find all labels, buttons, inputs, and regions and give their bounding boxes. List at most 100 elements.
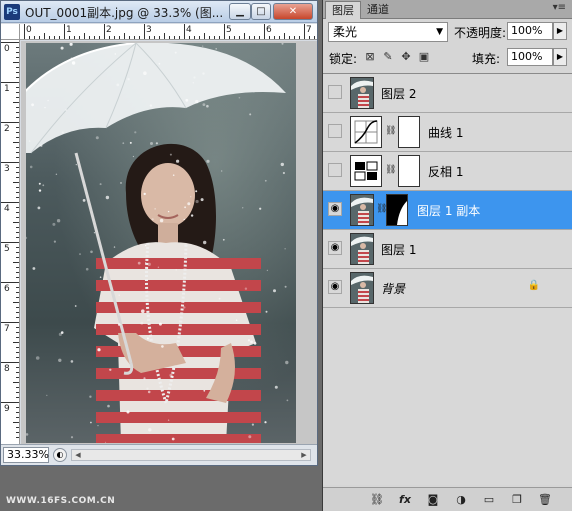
ruler-tick — [214, 36, 215, 39]
rain-drop — [116, 83, 120, 87]
lock-pixels-icon[interactable]: ✎ — [381, 50, 395, 64]
ruler-tick — [194, 36, 195, 39]
add-mask-icon[interactable]: ◙ — [425, 492, 441, 508]
maximize-button[interactable]: □ — [251, 3, 271, 20]
ruler-vertical[interactable]: 0 1 2 3 4 5 6 7 8 9 — [1, 40, 20, 444]
ruler-top-label: 1 — [66, 25, 72, 35]
horizontal-scrollbar[interactable]: ◀ ▶ — [71, 449, 311, 461]
ruler-tick — [13, 182, 19, 183]
layer-name[interactable]: 图层 2 — [381, 85, 416, 102]
ruler-top-label: 3 — [146, 25, 152, 35]
rain-drop — [28, 140, 31, 142]
lock-all-icon[interactable]: ▣ — [417, 50, 431, 64]
ruler-tick — [104, 24, 105, 39]
ruler-tick — [16, 347, 19, 348]
rain-drop — [264, 179, 267, 182]
rain-drop — [141, 309, 145, 314]
layer-row[interactable]: 图层 2 — [323, 74, 572, 113]
ruler-tick — [16, 252, 19, 253]
ruler-tick — [204, 33, 205, 39]
rain-drop — [29, 165, 33, 169]
rain-drop — [35, 356, 40, 360]
layer-name[interactable]: 曲线 1 — [428, 124, 463, 141]
adjustment-layer-icon[interactable]: ◑ — [453, 492, 469, 508]
layer-mask-thumbnail[interactable] — [398, 155, 420, 187]
ruler-tick — [16, 367, 19, 368]
layer-mask-thumbnail[interactable] — [386, 194, 408, 226]
ruler-tick — [69, 36, 70, 39]
layer-row[interactable]: ⛓ 反相 1 — [323, 152, 572, 191]
lock-position-icon[interactable]: ✥ — [399, 50, 413, 64]
visibility-toggle[interactable] — [328, 124, 342, 138]
lock-transparent-icon[interactable]: ⊠ — [363, 50, 377, 64]
fx-icon[interactable]: fx — [397, 492, 413, 508]
tab-layers[interactable]: 图层 — [325, 1, 361, 19]
rain-drop — [202, 103, 206, 106]
document-title: OUT_0001副本.jpg @ 33.3% (图... — [25, 6, 224, 20]
rain-drop — [120, 182, 122, 184]
mask-link-icon[interactable]: ⛓ — [385, 126, 396, 136]
rain-drop — [148, 428, 152, 432]
invert-adjustment-icon — [350, 155, 382, 187]
eye-icon[interactable]: ◉ — [328, 202, 342, 216]
ruler-tick — [16, 187, 19, 188]
layer-row[interactable]: ◉ 背景 🔒 — [323, 269, 572, 308]
canvas-area[interactable] — [21, 41, 317, 444]
rain-drop — [159, 218, 164, 223]
ruler-tick — [29, 36, 30, 39]
ruler-tick — [16, 332, 19, 333]
minimize-button[interactable]: ▁ — [229, 3, 251, 20]
opacity-slider-button[interactable]: ▶ — [553, 22, 567, 40]
ruler-corner[interactable] — [1, 24, 20, 40]
ruler-top-label: 0 — [26, 25, 32, 35]
layer-mask-thumbnail[interactable] — [398, 116, 420, 148]
rain-drop — [195, 199, 199, 204]
new-group-icon[interactable]: ▭ — [481, 492, 497, 508]
ruler-tick — [44, 33, 45, 39]
rain-drop — [206, 159, 210, 163]
rain-drop — [74, 305, 77, 307]
ruler-horizontal[interactable]: 0 1 2 3 4 5 6 7 — [20, 24, 317, 40]
curves-adjustment-icon — [350, 116, 382, 148]
layer-row[interactable]: ◉ ⛓ 图层 1 副本 — [323, 191, 572, 230]
eye-icon[interactable]: ◉ — [328, 241, 342, 255]
rain-drop — [155, 142, 158, 145]
ruler-tick — [79, 36, 80, 39]
new-layer-icon[interactable]: ❐ — [509, 492, 525, 508]
layer-row[interactable]: ◉ 图层 1 — [323, 230, 572, 269]
layer-name[interactable]: 图层 1 — [381, 241, 416, 258]
visibility-toggle[interactable] — [328, 163, 342, 177]
fill-field[interactable]: 100% — [507, 48, 553, 66]
mask-link-icon[interactable]: ⛓ — [385, 165, 396, 175]
link-layers-icon[interactable]: ⛓ — [369, 492, 385, 508]
ruler-tick — [16, 137, 19, 138]
layer-name[interactable]: 背景 — [381, 280, 405, 297]
layer-row[interactable]: ⛓ 曲线 1 — [323, 113, 572, 152]
scroll-right-icon[interactable]: ▶ — [298, 450, 310, 460]
ruler-tick — [34, 36, 35, 39]
fill-slider-button[interactable]: ▶ — [553, 48, 567, 66]
scroll-left-icon[interactable]: ◀ — [72, 450, 84, 460]
eye-icon[interactable]: ◉ — [328, 280, 342, 294]
delete-layer-icon[interactable]: 🗑 — [537, 492, 553, 508]
rain-drop — [215, 48, 217, 50]
rain-drop — [60, 331, 64, 334]
layer-name[interactable]: 反相 1 — [428, 163, 463, 180]
tab-channels[interactable]: 通道 — [361, 1, 395, 19]
rain-drop — [286, 399, 289, 402]
ruler-tick — [16, 147, 19, 148]
ruler-tick — [24, 24, 25, 39]
zoom-field[interactable]: 33.33% — [3, 447, 49, 463]
document-title-bar[interactable]: Ps OUT_0001副本.jpg @ 33.3% (图... ▁ □ ✕ — [1, 1, 317, 23]
visibility-toggle[interactable] — [328, 85, 342, 99]
ruler-tick — [1, 42, 19, 43]
panel-menu-icon[interactable]: ▾≡ — [553, 2, 566, 13]
ruler-tick — [269, 36, 270, 39]
rain-drop — [284, 248, 286, 250]
opacity-field[interactable]: 100% — [507, 22, 553, 40]
blend-mode-select[interactable]: 柔光 ▼ — [328, 22, 448, 42]
ruler-tick — [13, 342, 19, 343]
layer-name[interactable]: 图层 1 副本 — [417, 202, 480, 219]
status-menu-icon[interactable]: ◐ — [53, 448, 67, 462]
close-button[interactable]: ✕ — [273, 3, 313, 20]
